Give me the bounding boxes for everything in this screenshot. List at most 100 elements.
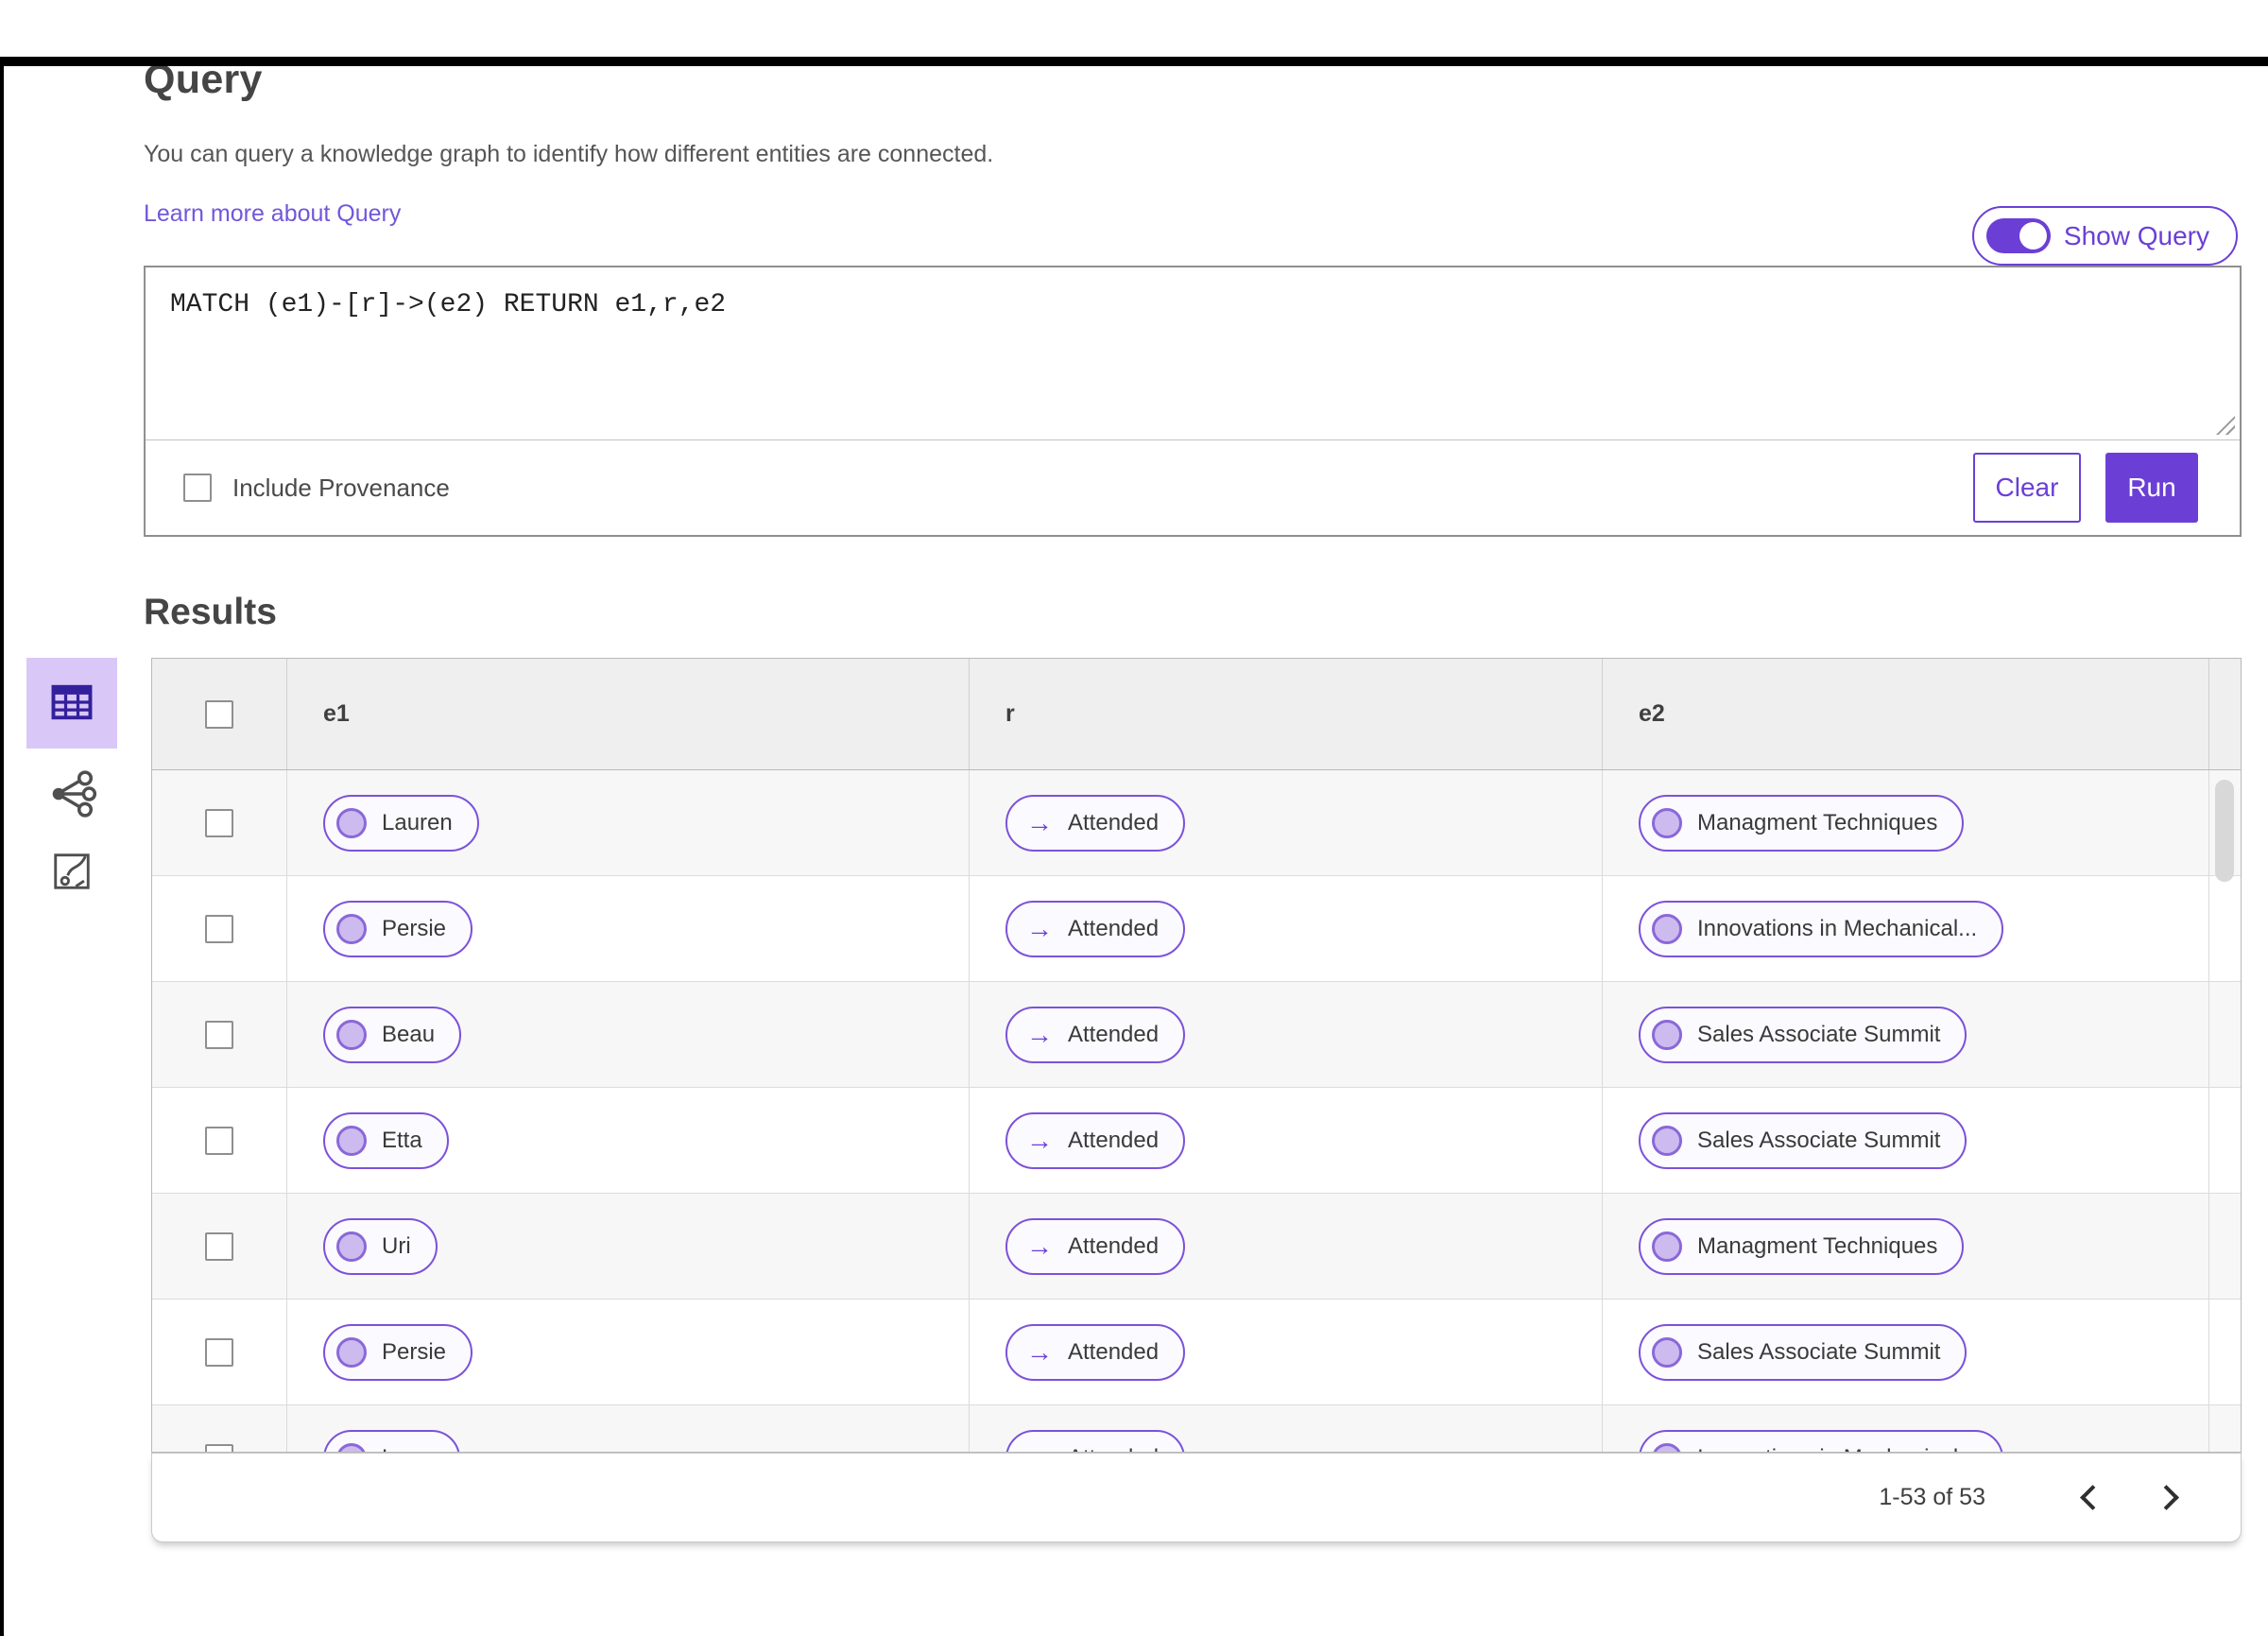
row-checkbox[interactable] [205,1443,233,1452]
relation-label: Attended [1068,915,1160,941]
show-query-label: Show Query [2063,220,2209,250]
scrollbar-track-cell [2208,1088,2241,1193]
row-checkbox[interactable] [205,1020,233,1049]
run-button[interactable]: Run [2105,453,2198,523]
table-icon [47,678,96,730]
relation-chip[interactable]: → Attended [1005,900,1186,957]
row-checkbox-cell [152,982,286,1087]
entity-chip-e1[interactable]: Etta [323,1111,449,1169]
next-page-button[interactable] [2139,1468,2199,1528]
table-row: Uri → Attended Managment Techniques [152,1194,2241,1300]
e1-cell: Beau [286,982,969,1087]
entity-chip-e2[interactable]: Sales Associate Summit [1639,1111,1967,1169]
entity-chip-e1[interactable]: Persie [323,900,473,957]
e2-cell: Managment Techniques [1602,1194,2208,1299]
entity-chip-e1[interactable]: Persie [323,1323,473,1381]
entity-label: Innovations in Mechanical... [1697,915,1978,941]
relation-label: Attended [1068,1445,1159,1453]
entity-circle-icon [336,1125,367,1156]
window-top-border [0,57,2268,66]
entity-label: Persie [382,1338,447,1365]
vertical-scrollbar-thumb[interactable] [2215,780,2234,882]
window-left-border [0,57,4,1636]
entity-label: Larry [382,1445,434,1453]
entity-circle-icon [1652,1442,1682,1452]
header-scrollbar-cell [2208,659,2241,769]
network-view-button[interactable] [26,764,117,826]
page-description: You can query a knowledge graph to ident… [144,141,994,167]
query-input[interactable]: MATCH (e1)-[r]->(e2) RETURN e1,r,e2 [146,267,2240,439]
entity-chip-e2[interactable]: Innovations in Mechanical... [1639,1429,2004,1453]
entity-circle-icon [1652,1125,1682,1156]
e2-cell: Innovations in Mechanical... [1602,876,2208,981]
row-checkbox[interactable] [205,1126,233,1155]
entity-circle-icon [1652,1231,1682,1262]
e2-cell: Sales Associate Summit [1602,1088,2208,1193]
entity-chip-e2[interactable]: Innovations in Mechanical... [1639,900,2004,957]
relation-label: Attended [1068,809,1160,835]
entity-chip-e2[interactable]: Managment Techniques [1639,1217,1965,1275]
entity-label: Beau [382,1021,436,1047]
clear-button[interactable]: Clear [1973,453,2081,523]
column-header-e2: e2 [1602,659,2208,769]
entity-circle-icon [1652,1336,1682,1368]
relation-chip[interactable]: → Attended [1005,1111,1186,1169]
relation-chip[interactable]: → Attended [1005,1323,1186,1381]
entity-circle-icon [336,1019,367,1050]
header-checkbox-cell [152,659,286,769]
row-checkbox[interactable] [205,1337,233,1367]
entity-label: Managment Techniques [1697,809,1938,835]
entity-circle-icon [336,1442,367,1452]
table-row: Etta → Attended Sales Associate Summit [152,1088,2241,1194]
entity-chip-e1[interactable]: Lauren [323,794,479,852]
relation-chip[interactable]: → Attended [1005,794,1186,852]
relation-chip[interactable]: → Attended [1005,1429,1186,1453]
pagination-range-text: 1-53 of 53 [1879,1484,1985,1510]
arrow-right-icon: → [1026,913,1053,943]
table-body: Lauren → Attended Managment Techniques P… [152,770,2241,1452]
query-toolbar: Include Provenance Clear Run [146,440,2240,535]
entity-label: Innovations in Mechanical... [1697,1445,1977,1453]
row-checkbox-cell [152,1088,286,1193]
show-query-toggle-switch[interactable] [1985,218,2051,253]
e1-cell: Lauren [286,770,969,875]
include-provenance-checkbox[interactable] [183,474,212,502]
map-view-button[interactable] [26,841,117,904]
entity-chip-e1[interactable]: Beau [323,1006,462,1063]
results-title: Results [144,592,277,632]
row-checkbox[interactable] [205,1231,233,1261]
include-provenance-label: Include Provenance [232,473,450,502]
entity-circle-icon [336,807,367,838]
entity-chip-e1[interactable]: Larry [323,1429,460,1453]
previous-page-button[interactable] [2059,1468,2120,1528]
entity-chip-e2[interactable]: Sales Associate Summit [1639,1006,1967,1063]
relation-label: Attended [1068,1232,1160,1259]
chevron-left-icon [2079,1485,2105,1510]
row-checkbox-cell [152,1405,286,1452]
query-editor: MATCH (e1)-[r]->(e2) RETURN e1,r,e2 [146,267,2240,440]
include-provenance-row: Include Provenance [183,474,450,503]
entity-circle-icon [1652,913,1682,944]
row-checkbox[interactable] [205,914,233,943]
table-view-button[interactable] [26,658,117,749]
entity-chip-e2[interactable]: Managment Techniques [1639,794,1965,852]
relation-chip[interactable]: → Attended [1005,1006,1186,1063]
entity-chip-e2[interactable]: Sales Associate Summit [1639,1323,1967,1381]
row-checkbox[interactable] [205,808,233,837]
r-cell: → Attended [969,1405,1602,1452]
column-header-r: r [969,659,1602,769]
learn-more-link[interactable]: Learn more about Query [144,200,401,228]
show-query-button[interactable]: Show Query [1971,206,2238,266]
row-checkbox-cell [152,1300,286,1404]
select-all-checkbox[interactable] [205,699,233,729]
table-row: Persie → Attended Sales Associate Summit [152,1300,2241,1405]
relation-chip[interactable]: → Attended [1005,1217,1186,1275]
r-cell: → Attended [969,1194,1602,1299]
results-area: e1 r e2 Lauren → Attended Managment Tech… [26,658,2242,1453]
arrow-right-icon: → [1026,1019,1053,1049]
entity-label: Sales Associate Summit [1697,1021,1941,1047]
e1-cell: Persie [286,1300,969,1404]
view-switcher-rail [26,658,117,904]
entity-label: Managment Techniques [1697,1232,1938,1259]
entity-chip-e1[interactable]: Uri [323,1217,438,1275]
